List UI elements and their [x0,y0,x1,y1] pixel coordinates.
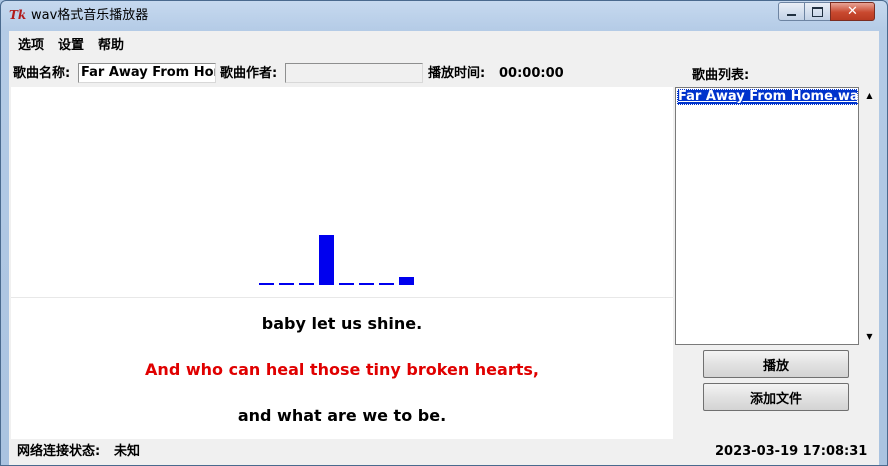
menu-bar: 选项 设置 帮助 [9,31,879,61]
song-name-label: 歌曲名称: [13,66,71,81]
menu-settings[interactable]: 设置 [58,38,84,54]
play-time-value: 00:00:00 [499,66,564,81]
spectrum-bar [299,283,314,285]
canvas-divider [11,297,673,298]
spectrum-bar [359,283,374,285]
title-bar[interactable]: Tk wav格式音乐播放器 ✕ [1,1,887,31]
status-datetime: 2023-03-19 17:08:31 [715,444,868,459]
playlist-label: 歌曲列表: [692,68,750,83]
window-title: wav格式音乐播放器 [31,8,149,23]
close-icon: ✕ [847,4,858,19]
network-status-label: 网络连接状态: [17,444,101,459]
app-window: Tk wav格式音乐播放器 ✕ 选项 设置 帮助 歌曲名称: Far Away … [0,0,888,466]
close-button[interactable]: ✕ [830,2,875,21]
scroll-up-arrow-icon[interactable]: ▲ [861,87,878,104]
client-area: 选项 设置 帮助 歌曲名称: Far Away From Home.wav 歌曲… [9,31,879,465]
spectrum-bar [259,283,274,285]
add-file-button[interactable]: 添加文件 [703,383,849,411]
play-button[interactable]: 播放 [703,350,849,378]
song-name-field[interactable]: Far Away From Home.wav [78,63,216,83]
play-time-label: 播放时间: [428,66,486,81]
scroll-down-arrow-icon[interactable]: ▼ [861,328,878,345]
playlist-listbox[interactable]: Far Away From Home.wav [675,87,859,345]
lyric-line-next: and what are we to be. [237,406,447,425]
artist-label: 歌曲作者: [220,66,278,81]
spectrum-bar [379,283,394,285]
spectrum-bar [339,283,354,285]
maximize-icon [812,6,823,17]
playlist-item[interactable]: Far Away From Home.wav [677,89,858,105]
spectrum-bar [279,283,294,285]
menu-help[interactable]: 帮助 [98,38,124,54]
lyric-line-previous: baby let us shine. [261,314,423,333]
minimize-icon [787,13,796,16]
status-bar: 网络连接状态: 未知 2023-03-19 17:08:31 [9,439,879,465]
spectrum-bar [399,277,414,285]
tk-feather-icon: Tk [9,8,27,22]
playlist-scrollbar[interactable]: ▲ ▼ [861,87,878,345]
minimize-button[interactable] [778,2,805,21]
artist-field[interactable] [285,63,423,83]
spectrum-bar [319,235,334,285]
menu-options[interactable]: 选项 [18,38,44,54]
lyric-line-current: And who can heal those tiny broken heart… [145,360,539,379]
maximize-button[interactable] [804,2,831,21]
network-status-value: 未知 [114,444,141,459]
display-canvas: baby let us shine. And who can heal thos… [11,87,673,439]
